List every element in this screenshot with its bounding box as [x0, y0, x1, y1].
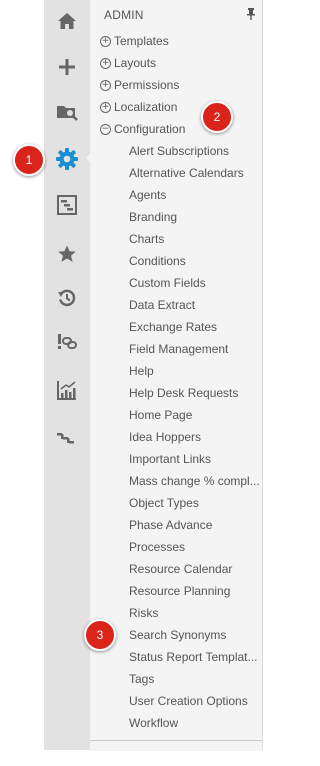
- panel-scrollbar[interactable]: [90, 740, 262, 751]
- hierarchy-icon: [56, 194, 78, 216]
- history-icon: [57, 288, 77, 308]
- group-templates[interactable]: + Templates: [90, 30, 262, 52]
- group-label: Layouts: [114, 56, 157, 70]
- config-item-phase-advance[interactable]: Phase Advance: [90, 514, 262, 536]
- config-item-help-desk-requests[interactable]: Help Desk Requests: [90, 382, 262, 404]
- config-item-alternative-calendars[interactable]: Alternative Calendars: [90, 162, 262, 184]
- folder-search-icon: [56, 101, 78, 121]
- config-item-resource-calendar[interactable]: Resource Calendar: [90, 558, 262, 580]
- group-configuration[interactable]: − Configuration: [90, 118, 262, 140]
- hierarchy-button[interactable]: [44, 187, 90, 223]
- config-item-object-types[interactable]: Object Types: [90, 492, 262, 514]
- config-item-home-page[interactable]: Home Page: [90, 404, 262, 426]
- group-label: Configuration: [114, 122, 186, 136]
- expand-icon: +: [100, 79, 111, 91]
- favorites-button[interactable]: [44, 236, 90, 272]
- group-label: Localization: [114, 100, 178, 114]
- callout-badge-1: 1: [13, 144, 45, 176]
- panel-title: ADMIN: [104, 8, 144, 22]
- config-item-workflow[interactable]: Workflow: [90, 712, 262, 734]
- group-label: Permissions: [114, 78, 180, 92]
- admin-button[interactable]: [44, 141, 90, 177]
- group-label: Templates: [114, 34, 169, 48]
- home-button[interactable]: [44, 3, 90, 39]
- expand-icon: +: [100, 35, 111, 47]
- panel-header: ADMIN: [90, 0, 262, 30]
- config-item-tags[interactable]: Tags: [90, 668, 262, 690]
- link-alert-icon: [56, 332, 78, 352]
- star-icon: [57, 244, 77, 264]
- config-item-risks[interactable]: Risks: [90, 602, 262, 624]
- config-item-charts[interactable]: Charts: [90, 228, 262, 250]
- reports-button[interactable]: [44, 372, 90, 408]
- config-item-resource-planning[interactable]: Resource Planning: [90, 580, 262, 602]
- collapse-icon: −: [100, 123, 111, 135]
- config-item-important-links[interactable]: Important Links: [90, 448, 262, 470]
- config-item-conditions[interactable]: Conditions: [90, 250, 262, 272]
- config-item-custom-fields[interactable]: Custom Fields: [90, 272, 262, 294]
- config-item-processes[interactable]: Processes: [90, 536, 262, 558]
- config-item-help[interactable]: Help: [90, 360, 262, 382]
- plus-icon: [57, 57, 77, 77]
- links-button[interactable]: [44, 324, 90, 360]
- gear-icon: [55, 147, 79, 171]
- configuration-list: Alert Subscriptions Alternative Calendar…: [90, 140, 262, 750]
- expand-icon: +: [100, 57, 111, 69]
- add-button[interactable]: [44, 49, 90, 85]
- group-localization[interactable]: + Localization: [90, 96, 262, 118]
- callout-badge-3: 3: [84, 619, 116, 651]
- config-item-data-extract[interactable]: Data Extract: [90, 294, 262, 316]
- pin-icon[interactable]: [246, 7, 256, 23]
- admin-panel: ADMIN + Templates + Layouts + Permission…: [90, 0, 263, 750]
- config-item-alert-subscriptions[interactable]: Alert Subscriptions: [90, 140, 262, 162]
- expand-icon: +: [100, 101, 111, 113]
- config-item-field-management[interactable]: Field Management: [90, 338, 262, 360]
- browse-button[interactable]: [44, 93, 90, 129]
- home-icon: [57, 11, 77, 31]
- history-button[interactable]: [44, 280, 90, 316]
- config-item-status-report-templates[interactable]: Status Report Templat...: [90, 646, 262, 668]
- steps-icon: [56, 428, 78, 448]
- bar-chart-icon: [56, 379, 78, 401]
- config-item-branding[interactable]: Branding: [90, 206, 262, 228]
- group-layouts[interactable]: + Layouts: [90, 52, 262, 74]
- config-item-exchange-rates[interactable]: Exchange Rates: [90, 316, 262, 338]
- workflow-button[interactable]: [44, 420, 90, 456]
- group-permissions[interactable]: + Permissions: [90, 74, 262, 96]
- config-item-idea-hoppers[interactable]: Idea Hoppers: [90, 426, 262, 448]
- config-item-user-creation-options[interactable]: User Creation Options: [90, 690, 262, 712]
- config-item-agents[interactable]: Agents: [90, 184, 262, 206]
- callout-badge-2: 2: [201, 101, 233, 133]
- config-item-mass-change[interactable]: Mass change % compl...: [90, 470, 262, 492]
